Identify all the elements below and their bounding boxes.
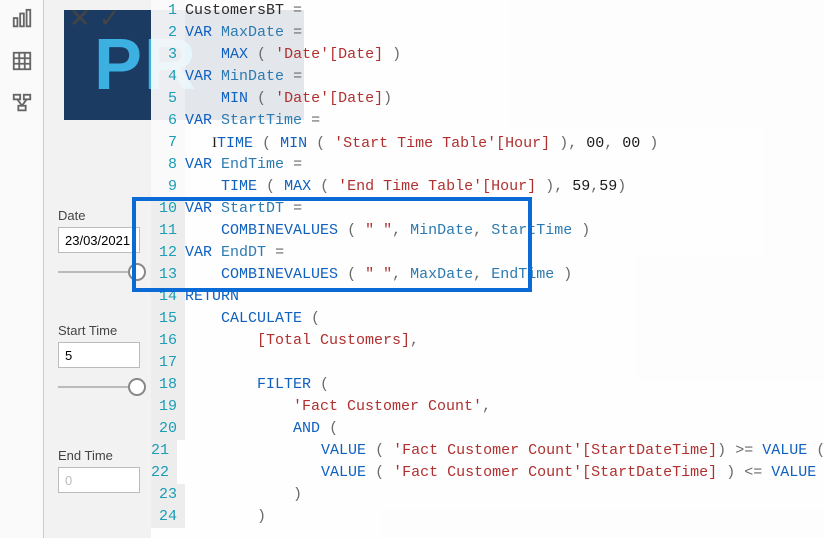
line-number: 23 xyxy=(151,484,185,506)
line-number: 24 xyxy=(151,506,185,528)
report-view-icon[interactable] xyxy=(11,8,33,30)
line-number: 14 xyxy=(151,286,185,308)
line-number: 18 xyxy=(151,374,185,396)
line-number: 13 xyxy=(151,264,185,286)
line-number: 22 xyxy=(151,462,177,484)
line-number: 19 xyxy=(151,396,185,418)
model-view-icon[interactable] xyxy=(11,92,33,114)
line-number: 2 xyxy=(151,22,185,44)
formula-bar-controls: ✕ ✓ xyxy=(59,0,164,35)
line-number: 9 xyxy=(151,176,185,198)
line-number: 7 xyxy=(151,132,185,154)
left-nav-rail xyxy=(0,0,44,538)
line-number: 20 xyxy=(151,418,185,440)
line-number: 8 xyxy=(151,154,185,176)
formula-bar: ✕ ✓ 1CustomersBT = 2VAR MaxDate = 3 MAX … xyxy=(59,0,824,538)
commit-formula-icon[interactable]: ✓ xyxy=(99,5,121,31)
line-number: 21 xyxy=(151,440,177,462)
dax-editor[interactable]: 1CustomersBT = 2VAR MaxDate = 3 MAX ( 'D… xyxy=(151,0,824,538)
line-number: 16 xyxy=(151,330,185,352)
line-number: 12 xyxy=(151,242,185,264)
main-area: PR Date Start Time End Time ✕ ✓ 1Custome… xyxy=(44,0,824,538)
line-number: 5 xyxy=(151,88,185,110)
cancel-formula-icon[interactable]: ✕ xyxy=(69,5,91,31)
line-number: 11 xyxy=(151,220,185,242)
data-view-icon[interactable] xyxy=(11,50,33,72)
line-number: 4 xyxy=(151,66,185,88)
line-number: 15 xyxy=(151,308,185,330)
line-number: 1 xyxy=(151,0,185,22)
line-number: 3 xyxy=(151,44,185,66)
line-number: 17 xyxy=(151,352,185,374)
line-number: 10 xyxy=(151,198,185,220)
line-number: 6 xyxy=(151,110,185,132)
